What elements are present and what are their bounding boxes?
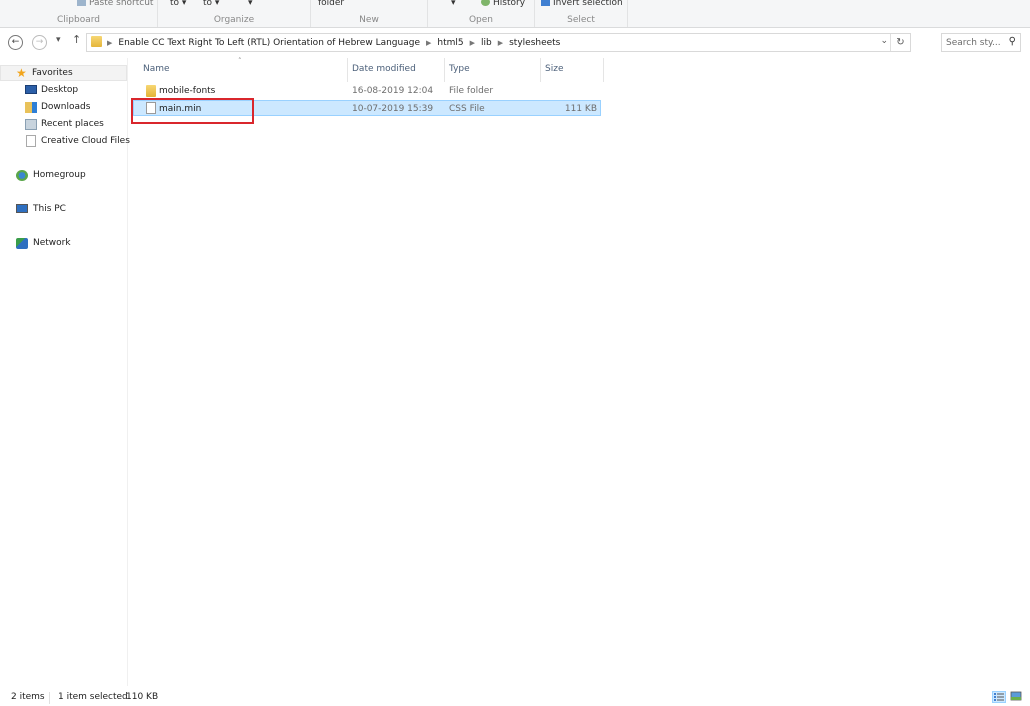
file-type: CSS File <box>449 104 485 114</box>
details-view-button[interactable] <box>992 691 1006 703</box>
nav-item-this-pc[interactable]: This PC <box>0 201 127 217</box>
homegroup-icon <box>16 170 28 181</box>
paste-shortcut-icon <box>77 0 86 6</box>
file-size: 111 KB <box>564 104 597 114</box>
group-label-open: Open <box>468 15 494 25</box>
breadcrumb-item[interactable]: lib <box>481 38 492 48</box>
network-icon <box>16 238 28 249</box>
column-divider[interactable] <box>444 58 445 82</box>
recent-locations-dropdown[interactable]: ▾ <box>56 35 61 45</box>
open-dropdown-button[interactable]: ▾ <box>451 0 456 8</box>
desktop-icon <box>25 85 37 94</box>
large-icons-view-button[interactable] <box>1010 691 1024 703</box>
paste-shortcut-button[interactable]: Paste shortcut <box>77 0 153 8</box>
column-divider[interactable] <box>347 58 348 82</box>
selection-count: 1 item selected <box>58 692 128 702</box>
breadcrumb-chevron-icon[interactable]: ▶ <box>426 39 431 47</box>
history-icon <box>481 0 490 6</box>
large-icons-view-icon <box>1010 691 1022 701</box>
column-divider[interactable] <box>540 58 541 82</box>
breadcrumb-item[interactable]: Enable CC Text Right To Left (RTL) Orien… <box>118 38 420 48</box>
search-input[interactable] <box>946 36 1004 50</box>
move-to-button[interactable]: to ▾ <box>170 0 186 8</box>
item-count: 2 items <box>11 692 45 702</box>
group-label-clipboard: Clipboard <box>57 15 100 25</box>
history-button[interactable]: History <box>481 0 525 8</box>
breadcrumb-chevron-icon: ▶ <box>107 39 113 47</box>
group-label-select: Select <box>567 15 595 25</box>
ribbon-divider <box>627 0 628 27</box>
breadcrumb-item[interactable]: stylesheets <box>509 38 560 48</box>
file-list: ˄ Name Date modified Type Size mobile-fo… <box>129 57 1030 686</box>
selection-size: 110 KB <box>126 692 159 702</box>
search-icon[interactable]: ⚲ <box>1009 36 1016 47</box>
star-icon: ★ <box>16 66 27 80</box>
column-divider[interactable] <box>603 58 604 82</box>
recent-places-icon <box>25 119 37 130</box>
forward-button[interactable]: → <box>32 35 47 50</box>
breadcrumb-chevron-icon[interactable]: ▶ <box>470 39 475 47</box>
nav-item-favorites[interactable]: ★ Favorites <box>0 65 127 81</box>
details-view-icon <box>994 693 1004 701</box>
file-icon <box>26 135 36 147</box>
ribbon: Paste shortcut to ▾ to ▾ ▾ folder ▾ Hist… <box>0 0 1030 28</box>
group-label-new: New <box>359 15 379 25</box>
computer-icon <box>16 204 28 213</box>
folder-icon <box>146 85 156 97</box>
file-name: mobile-fonts <box>159 86 216 96</box>
file-type: File folder <box>449 86 494 96</box>
file-date: 10-07-2019 15:39 <box>352 104 434 114</box>
new-folder-button[interactable]: folder <box>318 0 344 8</box>
file-icon <box>146 102 156 114</box>
file-name: main.min <box>159 104 202 114</box>
address-bar[interactable]: ▶ Enable CC Text Right To Left (RTL) Orie… <box>86 33 911 52</box>
nav-item-homegroup[interactable]: Homegroup <box>0 167 127 183</box>
status-bar: 2 items 1 item selected 110 KB <box>0 690 1030 706</box>
invert-selection-icon <box>541 0 550 6</box>
invert-selection-button[interactable]: Invert selection <box>541 0 623 8</box>
breadcrumb-item[interactable]: html5 <box>437 38 463 48</box>
breadcrumb-chevron-icon[interactable]: ▶ <box>498 39 503 47</box>
delete-dropdown-button[interactable]: ▾ <box>248 0 253 8</box>
back-button[interactable]: ← <box>8 35 23 50</box>
refresh-button[interactable]: ↻ <box>890 34 910 51</box>
file-date: 16-08-2019 12:04 <box>352 86 434 96</box>
file-row-selected[interactable]: main.min 10-07-2019 15:39 CSS File 111 K… <box>133 100 601 116</box>
group-label-organize: Organize <box>213 15 255 25</box>
copy-to-button[interactable]: to ▾ <box>203 0 219 8</box>
navigation-pane: ★ Favorites Desktop Downloads Recent pla… <box>0 58 130 686</box>
column-header-date-modified[interactable]: Date modified <box>352 62 416 76</box>
address-row: ← → ▾ ↑ ▶ Enable CC Text Right To Left (R… <box>0 31 1030 55</box>
nav-item-downloads[interactable]: Downloads <box>0 99 127 115</box>
column-header-size[interactable]: Size <box>545 62 563 76</box>
status-divider <box>49 692 50 704</box>
column-header-name[interactable]: Name <box>143 62 170 76</box>
nav-item-network[interactable]: Network <box>0 235 127 251</box>
search-box[interactable]: ⚲ <box>941 33 1021 52</box>
folder-icon <box>91 36 102 47</box>
downloads-icon <box>25 102 37 113</box>
nav-item-desktop[interactable]: Desktop <box>0 82 127 98</box>
nav-item-recent-places[interactable]: Recent places <box>0 116 127 132</box>
address-dropdown-icon[interactable]: ⌄ <box>880 36 888 46</box>
column-header-type[interactable]: Type <box>449 62 470 76</box>
file-row[interactable]: mobile-fonts 16-08-2019 12:04 File folde… <box>133 83 601 99</box>
sort-ascending-icon: ˄ <box>238 57 242 65</box>
up-button[interactable]: ↑ <box>72 33 81 46</box>
nav-item-creative-cloud-files[interactable]: Creative Cloud Files <box>0 133 130 149</box>
